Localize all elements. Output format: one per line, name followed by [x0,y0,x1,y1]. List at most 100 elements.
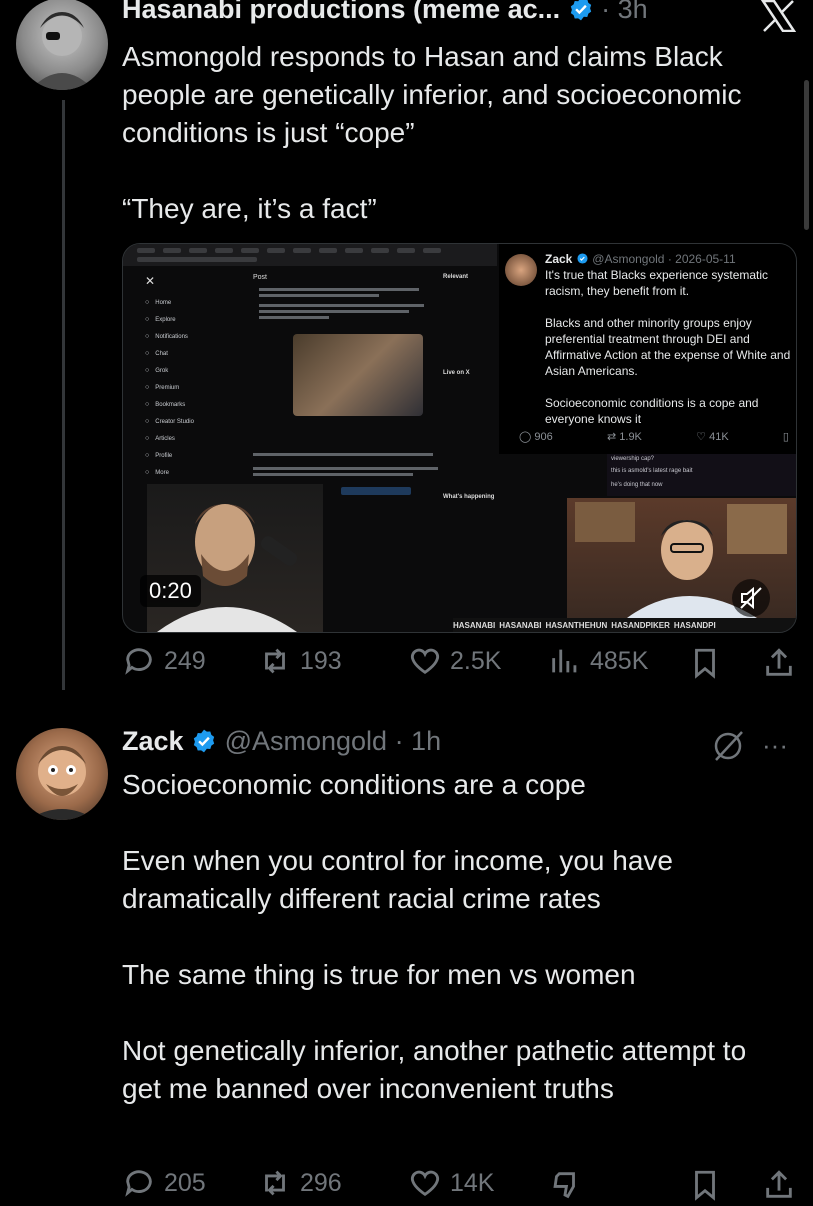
like-count: 2.5K [450,646,502,675]
reply-count: 205 [164,1168,206,1197]
browser-tabs [137,248,441,262]
reply-count: 249 [164,646,206,675]
like-count: 14K [450,1168,495,1197]
stream-bar-item: HASANDPIKER [611,620,670,630]
stream-chat: viewership cap? this is asmold's latest … [607,454,796,496]
embedded-live-label: Live on X [443,370,470,376]
video-duration: 0:20 [140,575,201,607]
video-player[interactable]: ✕ ○ Home ○ Explore ○ Notifications ○ Chat ○ Grok ○… [122,243,797,633]
scrollbar[interactable] [804,80,809,230]
more-icon[interactable]: ··· [762,730,788,761]
browser-chrome [123,244,497,266]
embedded-nav-icon: ○ [145,350,150,357]
repost-count: 296 [300,1168,342,1197]
stream-bar-item: HASANABI [499,620,542,630]
embedded-nav-icon: ○ [145,316,150,323]
embedded-nav-label: Articles [155,435,175,442]
embedded-nav-label: Notifications [155,333,188,340]
embedded-nav-label: More [155,469,169,476]
tweet2-text: Socioeconomic conditions are a cope Even… [122,769,747,1104]
streamer-figure [157,504,298,632]
share-icon[interactable] [762,646,796,680]
stream-social-bar: HASANABI HASANABI HASANTHEHUN HASANDPIKE… [453,618,796,632]
avatar-zack[interactable] [16,728,108,820]
avatar-image [30,12,94,90]
embedded-x-logo: ✕ [145,274,156,288]
quoted-handle-time: @Asmongold · 2026-05-11 [592,252,736,266]
quoted-actions: ◯ 906 ⇄ 1.9K ♡ 41K ▯ [519,430,789,443]
grok-icon[interactable] [710,728,746,764]
repost-button[interactable]: 296 [258,1166,342,1200]
embedded-nav-label: Bookmarks [155,401,186,408]
quoted-verified-badge-icon [577,253,588,264]
repost-count: 193 [300,646,342,675]
chat-line-3: he's doing that now [611,482,663,488]
verified-badge-icon [570,0,591,21]
embedded-nav-item: ○ Profile [145,447,245,464]
view-count: 485K [590,646,649,675]
like-button[interactable]: 2.5K [408,644,501,678]
timestamp[interactable]: · 3h [601,0,648,24]
bookmark-icon[interactable] [688,1168,722,1202]
reply-icon [125,1170,152,1197]
embedded-nav-item: ○ Notifications [145,328,245,345]
embedded-nav-item: ○ Articles [145,430,245,447]
quoted-author-name: Zack [545,252,573,266]
tweet1-actions: 249 193 2.5K 485K [0,644,813,684]
verified-badge-icon [193,729,215,753]
views-icon [552,649,577,673]
embedded-nav-item: ○ More [145,464,245,481]
avatar-hasanabi-productions[interactable] [16,0,108,90]
embedded-post-image [293,334,423,416]
embedded-nav-label: Explore [155,316,176,323]
embedded-nav-label: Profile [155,452,173,459]
mute-icon[interactable] [731,578,771,618]
chat-line-1: viewership cap? [611,456,655,462]
embedded-nav-label: Home [155,299,172,306]
embedded-nav-icon: ○ [145,469,150,476]
embedded-nav-icon: ○ [145,452,150,459]
like-button[interactable]: 14K [408,1166,494,1200]
embedded-left-nav: ✕ ○ Home ○ Explore ○ Notifications ○ Chat ○ Grok ○… [145,274,245,481]
stream-bar-item: HASANDPI [673,620,716,630]
embedded-nav-icon: ○ [145,418,150,425]
handle-time[interactable]: @Asmongold · 1h [225,726,442,756]
embedded-nav-icon: ○ [145,384,150,391]
embedded-post-header: Post [253,274,268,281]
share-icon[interactable] [762,1168,796,1202]
embedded-nav-icon: ○ [145,401,150,408]
stream-bar-item: HASANABI [453,620,496,630]
x-close-icon[interactable] [760,0,796,32]
tweet2-header: Zack @Asmongold · 1h [122,726,441,757]
dislike-icon[interactable] [548,1168,582,1202]
reply-icon [125,648,152,675]
embedded-nav-item: ○ Chat [145,345,245,362]
repost-icon [265,648,285,674]
embedded-relevant-label: Relevant [443,274,469,280]
embedded-nav-item: ○ Bookmarks [145,396,245,413]
embedded-nav-label: Grok [155,367,169,374]
tweet1-header: Hasanabi productions (meme ac... · 3h [122,0,648,25]
heart-icon [410,1170,440,1197]
streamer-webcam-left [147,484,323,632]
tweet2-actions: 205 296 14K [0,1166,813,1206]
embedded-nav-item: ○ Explore [145,311,245,328]
author-name[interactable]: Zack [122,726,184,756]
repost-button[interactable]: 193 [258,644,342,678]
embedded-nav-icon: ○ [145,367,150,374]
quoted-tweet-panel: Zack @Asmongold · 2026-05-11 It's true t… [499,244,796,454]
reply-button[interactable]: 205 [122,1166,206,1200]
avatar-image [28,746,96,820]
heart-icon [410,648,440,675]
embedded-nav-item: ○ Home [145,294,245,311]
quoted-reposts: ⇄ 1.9K [606,431,642,443]
embedded-sidebar: Relevant Live on X What's happening [443,274,503,500]
embedded-nav-icon: ○ [145,299,150,306]
bookmark-icon[interactable] [688,646,722,680]
views-button[interactable]: 485K [548,644,648,678]
embedded-nav-icon: ○ [145,333,150,340]
reply-button[interactable]: 249 [122,644,206,678]
author-name[interactable]: Hasanabi productions (meme ac... [122,0,560,24]
embedded-nav-item: ○ Grok [145,362,245,379]
embedded-nav-icon: ○ [145,435,150,442]
